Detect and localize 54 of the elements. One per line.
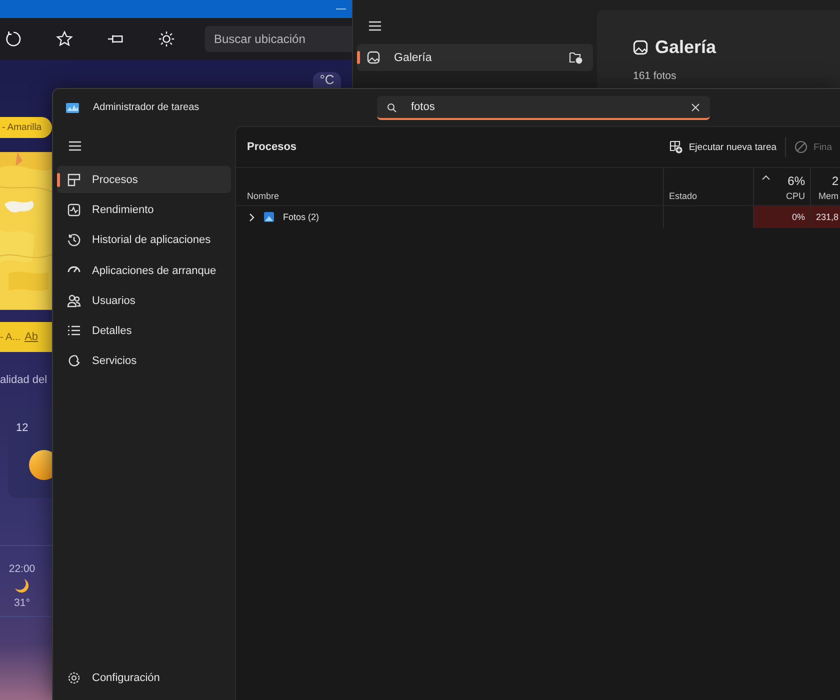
hour-time: 22:00 xyxy=(8,563,36,575)
table-cell[interactable]: Fotos (2) xyxy=(236,206,663,228)
star-icon[interactable] xyxy=(56,30,73,48)
image-icon xyxy=(633,40,648,55)
nav-item[interactable]: Usuarios xyxy=(57,287,231,314)
nav-item[interactable]: Rendimiento xyxy=(57,196,231,224)
nav-item[interactable]: Galería xyxy=(357,44,593,71)
blocked-icon xyxy=(794,140,808,154)
page-title: Galería xyxy=(655,37,716,58)
nav-item[interactable]: Servicios xyxy=(57,348,231,376)
photo-app-icon xyxy=(264,212,274,222)
forecast-day: 12 xyxy=(16,422,28,434)
clear-icon[interactable] xyxy=(691,102,700,112)
pin-icon[interactable] xyxy=(107,33,124,45)
chevron-right-icon[interactable] xyxy=(248,212,255,222)
column-header[interactable]: Nombre xyxy=(236,168,663,206)
chart-icon xyxy=(67,202,81,217)
moon-icon xyxy=(14,578,30,594)
page-title: Procesos xyxy=(247,141,298,153)
toolbar-button[interactable]: Ejecutar nueva tarea xyxy=(660,133,785,161)
search-field[interactable]: fotos xyxy=(377,96,710,120)
unit-button[interactable]: °C xyxy=(313,72,341,88)
nav-item[interactable]: Aplicaciones de arranque xyxy=(57,256,231,284)
sort-icon xyxy=(762,175,770,180)
column-header[interactable]: Estado xyxy=(663,168,753,206)
window-title: Administrador de tareas xyxy=(93,102,200,113)
refresh-icon[interactable] xyxy=(5,30,22,48)
sun-icon[interactable] xyxy=(158,30,175,48)
hour-temperature: 31° xyxy=(14,597,30,609)
table-cell: 0% xyxy=(753,206,810,228)
settings-item[interactable]: Configuración xyxy=(57,664,231,692)
search-icon xyxy=(387,102,397,112)
new-task-icon xyxy=(668,140,683,154)
nav-item[interactable]: Procesos xyxy=(57,166,231,194)
menu-icon[interactable] xyxy=(368,20,382,32)
alert-badge[interactable]: - Amarilla xyxy=(0,117,52,138)
table-cell: 231,8 xyxy=(810,206,840,228)
photo-count: 161 fotos xyxy=(633,70,678,82)
image-icon xyxy=(367,51,380,64)
settings-icon xyxy=(67,671,81,686)
app-icon xyxy=(66,102,79,112)
processes-icon xyxy=(67,172,81,187)
alert-link[interactable]: Ab xyxy=(24,331,38,343)
alert-text: - A... xyxy=(0,332,21,342)
search-field[interactable]: Buscar ubicación xyxy=(205,26,352,52)
menu-icon[interactable] xyxy=(68,140,82,152)
add-folder-icon[interactable] xyxy=(569,51,583,64)
nav-item[interactable]: Detalles xyxy=(57,317,231,345)
users-icon xyxy=(67,294,81,308)
sun-icon xyxy=(29,450,52,480)
air-quality-text: alidad del xyxy=(0,374,48,386)
minimize-icon[interactable] xyxy=(336,7,346,11)
nav-item[interactable]: Historial de aplicaciones xyxy=(57,226,231,254)
history-icon xyxy=(67,233,81,248)
